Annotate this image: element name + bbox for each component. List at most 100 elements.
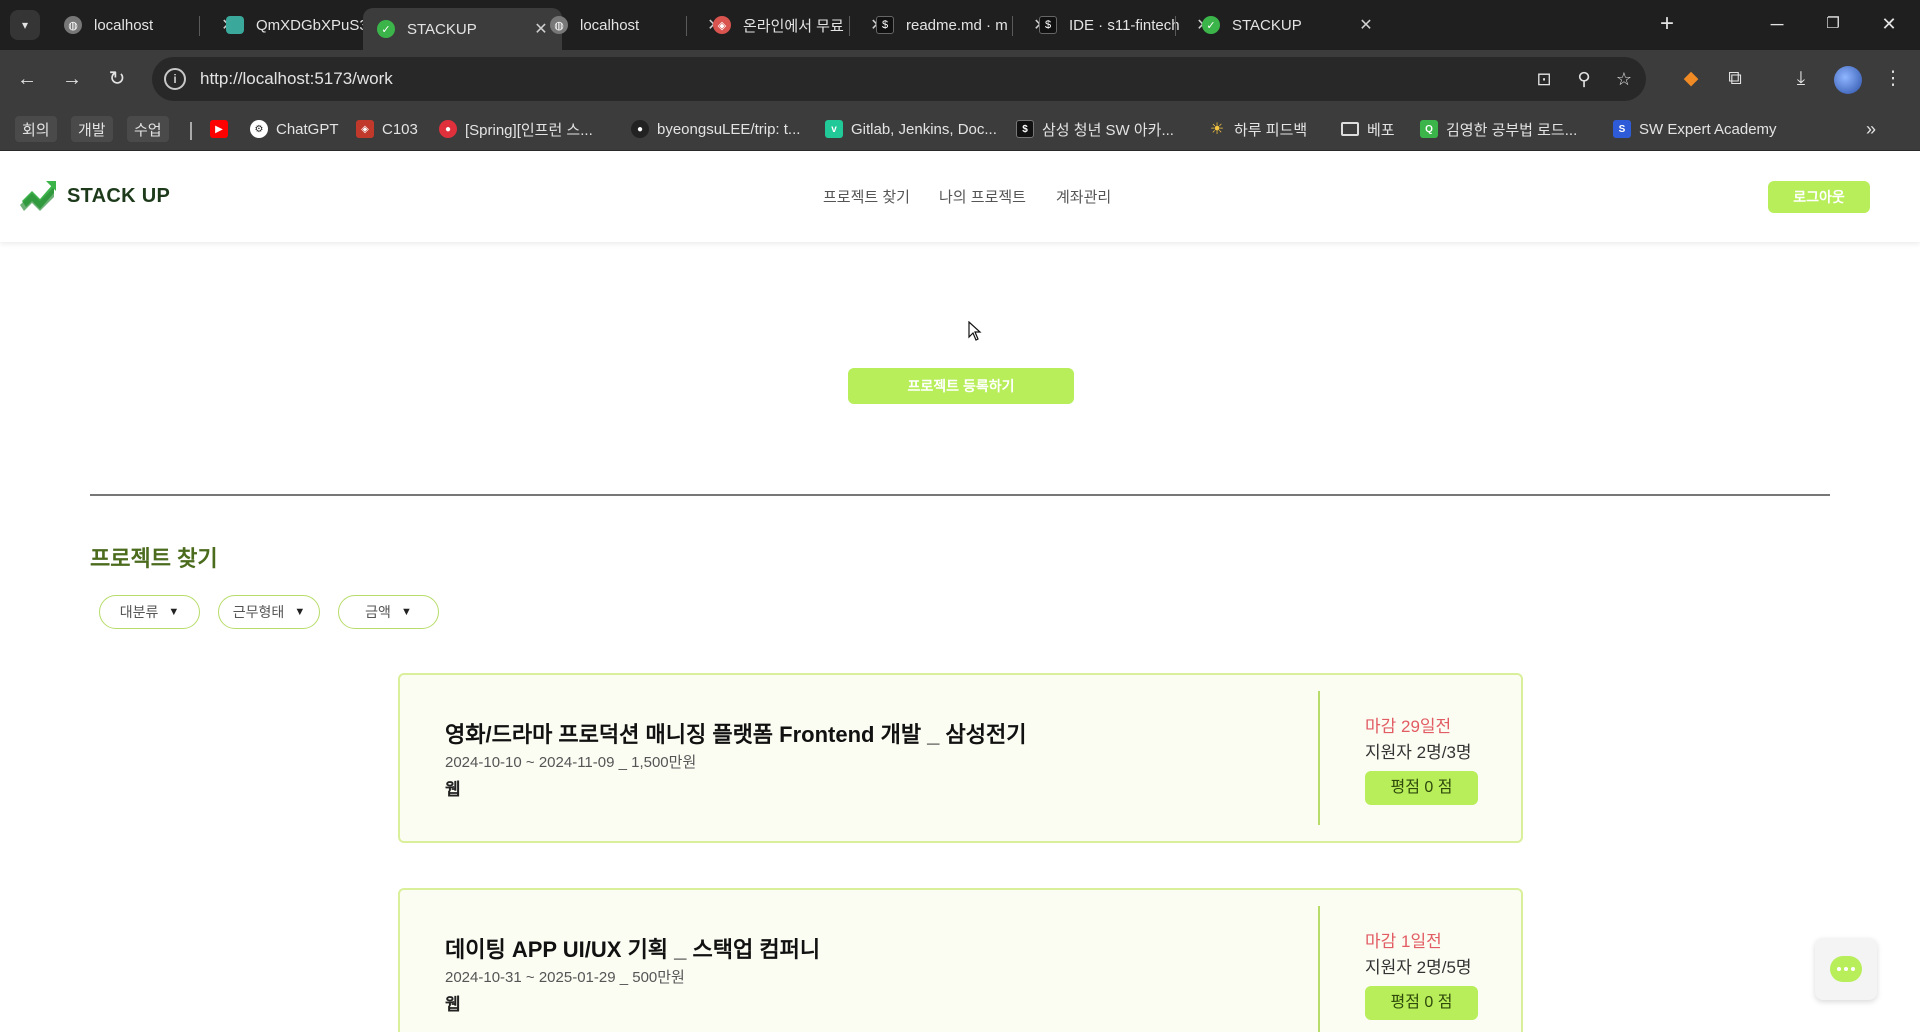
project-period-budget: 2024-10-10 ~ 2024-11-09 _ 1,500만원 bbox=[445, 754, 697, 771]
back-arrow-icon[interactable]: ← bbox=[12, 64, 42, 94]
filter-label: 대분류 bbox=[119, 604, 159, 620]
bookmark-item[interactable]: S SW Expert Academy bbox=[1613, 116, 1777, 142]
chatgpt-icon: ⚙ bbox=[250, 120, 268, 138]
zoom-icon[interactable]: ⚲ bbox=[1572, 67, 1596, 91]
chevron-down-icon: ▼ bbox=[168, 606, 180, 618]
chevron-down-icon: ▾ bbox=[21, 18, 29, 32]
card-divider bbox=[1318, 906, 1320, 1032]
bookmark-label: 김영한 공부법 로드... bbox=[1446, 121, 1578, 139]
project-card[interactable]: 데이팅 APP UI/UX 기획 _ 스택업 컴퍼니 2024-10-31 ~ … bbox=[398, 888, 1523, 1032]
bookmark-youtube[interactable]: ▶ bbox=[210, 116, 236, 142]
reload-icon[interactable]: ↻ bbox=[102, 64, 132, 94]
brand-name: STACK UP bbox=[67, 184, 171, 207]
tab-search-button[interactable]: ▾ bbox=[10, 10, 40, 40]
bookmark-label: 베포 bbox=[1367, 121, 1395, 139]
profile-avatar[interactable] bbox=[1834, 66, 1862, 94]
bookmark-item[interactable]: $ 삼성 청년 SW 아카... bbox=[1016, 116, 1174, 142]
document-icon: $ bbox=[876, 16, 894, 34]
bookmark-item[interactable]: ● [Spring][인프런 스... bbox=[439, 116, 593, 142]
section-title: 프로젝트 찾기 bbox=[90, 546, 218, 571]
stackup-icon: ✓ bbox=[377, 20, 395, 38]
hexagon-icon bbox=[226, 16, 244, 34]
download-icon[interactable]: ⤓ bbox=[1786, 64, 1816, 94]
close-icon[interactable]: ✕ bbox=[1357, 15, 1375, 35]
project-rating-badge: 평점 0 점 bbox=[1365, 986, 1478, 1020]
browser-tab-bar: ▾ ◍ localhost ✕ QmXDGbXPuS3 ✕ ✓ STACKUP … bbox=[0, 0, 1920, 50]
weather-icon: ☀ bbox=[1209, 121, 1225, 138]
bookmark-label: C103 bbox=[382, 120, 418, 138]
bookmark-item[interactable]: ● byeongsuLEE/trip: t... bbox=[631, 116, 800, 142]
bookmark-folder[interactable]: 개발 bbox=[71, 116, 113, 142]
logout-button[interactable]: 로그아웃 bbox=[1768, 181, 1870, 213]
bookmark-star-icon[interactable]: ☆ bbox=[1612, 67, 1636, 91]
velog-icon: v bbox=[825, 120, 843, 138]
install-app-icon[interactable]: ⊡ bbox=[1532, 67, 1556, 91]
swea-icon: S bbox=[1613, 120, 1631, 138]
project-title[interactable]: 데이팅 APP UI/UX 기획 _ 스택업 컴퍼니 bbox=[445, 932, 820, 964]
bookmark-item[interactable]: v Gitlab, Jenkins, Doc... bbox=[825, 116, 997, 142]
filter-label: 금액 bbox=[365, 604, 391, 620]
register-project-button[interactable]: 프로젝트 등록하기 bbox=[848, 368, 1074, 404]
bookmark-label: SW Expert Academy bbox=[1639, 120, 1777, 138]
window-close-icon[interactable]: ✕ bbox=[1866, 8, 1912, 40]
project-deadline: 마감 1일전 bbox=[1365, 932, 1442, 951]
bookmark-folder[interactable]: 회의 bbox=[15, 116, 57, 142]
project-title[interactable]: 영화/드라마 프로덕션 매니징 플랫폼 Frontend 개발 _ 삼성전기 bbox=[445, 717, 1027, 749]
tab-title: STACKUP bbox=[407, 20, 477, 38]
new-tab-button[interactable]: + bbox=[1652, 10, 1682, 40]
stackup-logo-icon bbox=[20, 181, 56, 211]
browser-tab[interactable]: ✓ STACKUP ✕ bbox=[1188, 8, 1387, 42]
document-icon: $ bbox=[1016, 120, 1034, 138]
bookmark-item[interactable]: ◈ C103 bbox=[356, 116, 418, 142]
bookmark-item[interactable]: Q 김영한 공부법 로드... bbox=[1420, 116, 1577, 142]
nav-find-project[interactable]: 프로젝트 찾기 bbox=[823, 186, 910, 207]
bookmark-label: [Spring][인프런 스... bbox=[465, 121, 593, 139]
bookmark-item[interactable]: ⚙ ChatGPT bbox=[250, 116, 339, 142]
bookmark-label: 하루 피드백 bbox=[1234, 121, 1308, 139]
filter-category-select[interactable]: 대분류 ▼ bbox=[99, 595, 200, 629]
project-applicants: 지원자 2명/3명 bbox=[1365, 743, 1472, 762]
bookmark-label: 삼성 청년 SW 아카... bbox=[1042, 121, 1174, 139]
menu-kebab-icon[interactable]: ⋮ bbox=[1878, 64, 1908, 94]
bookmark-label: byeongsuLEE/trip: t... bbox=[657, 120, 801, 138]
youtube-icon: ▶ bbox=[210, 120, 228, 138]
site-icon: Q bbox=[1420, 120, 1438, 138]
document-icon: $ bbox=[1039, 16, 1057, 34]
bookmark-item[interactable]: ☀ 하루 피드백 bbox=[1208, 116, 1307, 142]
bookmark-label: ChatGPT bbox=[276, 120, 339, 138]
github-icon: ● bbox=[631, 120, 649, 138]
minimize-icon[interactable]: ─ bbox=[1754, 8, 1800, 40]
site-logo[interactable]: STACK UP bbox=[20, 179, 170, 213]
nav-my-project[interactable]: 나의 프로젝트 bbox=[939, 186, 1026, 207]
globe-icon: ◍ bbox=[64, 16, 82, 34]
filter-label: 근무형태 bbox=[232, 604, 285, 620]
url-text[interactable]: http://localhost:5173/work bbox=[200, 69, 393, 89]
chatbot-button[interactable] bbox=[1815, 938, 1877, 1000]
address-bar[interactable]: i http://localhost:5173/work ⊡ ⚲ ☆ bbox=[152, 57, 1646, 101]
project-category: 웹 bbox=[445, 780, 461, 799]
site-header: STACK UP 프로젝트 찾기 나의 프로젝트 계좌관리 로그아웃 bbox=[0, 151, 1920, 242]
bookmark-label: Gitlab, Jenkins, Doc... bbox=[851, 120, 997, 138]
stackup-icon: ✓ bbox=[1202, 16, 1220, 34]
chevron-down-icon: ▼ bbox=[294, 606, 306, 618]
filter-amount-select[interactable]: 금액 ▼ bbox=[338, 595, 439, 629]
bookmark-folder[interactable]: 수업 bbox=[127, 116, 169, 142]
bookmark-folder[interactable]: 베포 bbox=[1341, 116, 1395, 142]
project-card[interactable]: 영화/드라마 프로덕션 매니징 플랫폼 Frontend 개발 _ 삼성전기 2… bbox=[398, 673, 1523, 843]
jira-icon: ◈ bbox=[356, 120, 374, 138]
folder-icon bbox=[1341, 122, 1359, 136]
metamask-icon[interactable]: ◆ bbox=[1676, 64, 1706, 94]
nav-account[interactable]: 계좌관리 bbox=[1056, 186, 1111, 207]
filter-worktype-select[interactable]: 근무형태 ▼ bbox=[218, 595, 320, 629]
site-icon: ● bbox=[439, 120, 457, 138]
project-applicants: 지원자 2명/5명 bbox=[1365, 958, 1472, 977]
site-info-icon[interactable]: i bbox=[164, 68, 186, 90]
forward-arrow-icon[interactable]: → bbox=[57, 64, 87, 94]
chevron-down-icon: ▼ bbox=[400, 606, 412, 618]
restore-icon[interactable]: ❐ bbox=[1810, 8, 1856, 40]
project-period-budget: 2024-10-31 ~ 2025-01-29 _ 500만원 bbox=[445, 969, 685, 986]
extensions-icon[interactable]: ⧉ bbox=[1720, 64, 1750, 94]
more-bookmarks-icon[interactable]: » bbox=[1866, 116, 1876, 142]
browser-tab-active[interactable]: ✓ STACKUP ✕ bbox=[363, 8, 562, 50]
section-divider bbox=[90, 494, 1830, 496]
